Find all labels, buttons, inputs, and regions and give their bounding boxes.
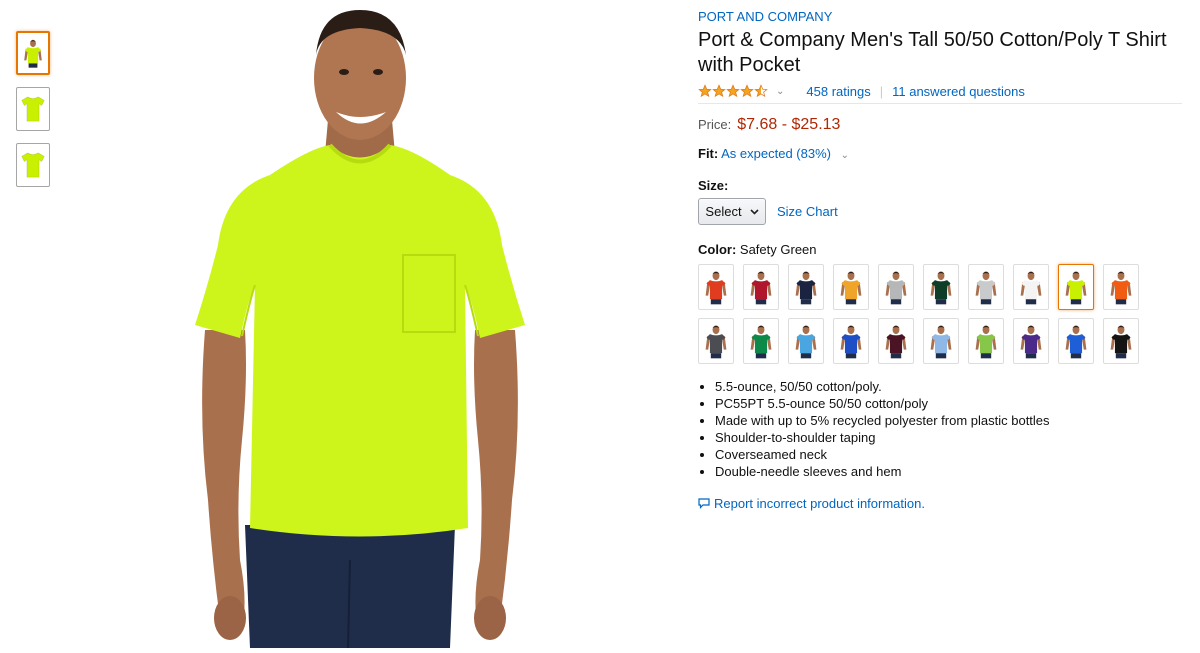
thumbnail-image [24,39,42,68]
swatch-image [975,271,997,305]
thumbnail-image [21,152,45,178]
feature-bullet: 5.5-ounce, 50/50 cotton/poly. [715,378,1184,395]
swatch-image [885,271,907,305]
thumbnail-image [21,96,45,122]
color-swatch[interactable] [833,318,869,364]
swatch-image [750,325,772,359]
fit-row: Fit: As expected (83%) ⌄ [698,146,1184,161]
answered-questions-link[interactable]: 11 answered questions [892,84,1025,99]
star-icon [740,84,754,98]
swatch-image [885,325,907,359]
fit-label: Fit: [698,146,719,161]
fit-value-link[interactable]: As expected (83%) [721,146,831,161]
color-swatches [698,264,1184,364]
star-icon [754,84,768,98]
brand-link[interactable]: PORT AND COMPANY [698,9,1184,24]
color-swatch[interactable] [878,264,914,310]
color-swatch[interactable] [968,264,1004,310]
size-chart-link[interactable]: Size Chart [777,204,838,219]
swatch-image [795,271,817,305]
thumbnail-2[interactable] [16,87,50,131]
feature-bullet: Shoulder-to-shoulder taping [715,429,1184,446]
rating-row: ⌄ 458 ratings | 11 answered questions [698,81,1184,101]
swatch-image [705,325,727,359]
report-link-text[interactable]: Report incorrect product information. [714,496,925,511]
swatch-image [705,271,727,305]
chevron-down-icon[interactable]: ⌄ [776,86,784,97]
thumbnail-3[interactable] [16,143,50,187]
swatch-image [750,271,772,305]
swatch-image [1110,325,1132,359]
color-row: Color: Safety Green [698,242,1184,257]
chevron-down-icon[interactable]: ⌄ [841,150,849,161]
price-value: $7.68 - $25.13 [737,116,841,133]
thumbnail-1[interactable] [16,31,50,75]
swatch-image [840,325,862,359]
main-product-image[interactable] [150,0,570,649]
product-title: Port & Company Men's Tall 50/50 Cotton/P… [698,29,1167,76]
color-swatch[interactable] [743,264,779,310]
feature-bullet: Double-needle sleeves and hem [715,463,1184,480]
color-swatch[interactable] [1058,318,1094,364]
feature-bullets: 5.5-ounce, 50/50 cotton/poly.PC55PT 5.5-… [698,378,1184,480]
report-link[interactable]: Report incorrect product information. [698,496,1184,511]
speech-bubble-icon [698,498,710,509]
star-rating[interactable] [698,84,768,98]
size-select-value: Select [705,204,742,219]
thumbnail-strip [16,31,54,199]
feature-bullet: PC55PT 5.5-ounce 50/50 cotton/poly [715,395,1184,412]
color-label: Color: [698,242,737,257]
color-swatch[interactable] [1058,264,1094,310]
price-label: Price: [698,117,732,132]
size-select[interactable]: Select [698,198,766,225]
price-row: Price: $7.68 - $25.13 [698,116,1184,134]
color-swatch[interactable] [698,264,734,310]
color-swatch[interactable] [1013,264,1049,310]
feature-bullet: Made with up to 5% recycled polyester fr… [715,412,1184,429]
color-swatch[interactable] [1013,318,1049,364]
color-swatch[interactable] [1103,264,1139,310]
color-swatch[interactable] [833,264,869,310]
size-row: Select Size Chart [698,198,1184,225]
size-label: Size: [698,178,729,193]
star-icon [698,84,712,98]
swatch-image [1020,325,1042,359]
color-swatch[interactable] [878,318,914,364]
color-swatch[interactable] [698,318,734,364]
swatch-image [1065,325,1087,359]
swatch-image [840,271,862,305]
swatch-image [930,271,952,305]
color-swatch[interactable] [923,318,959,364]
product-info: PORT AND COMPANY Port & Company Men's Ta… [698,9,1184,511]
feature-bullet: Coverseamed neck [715,446,1184,463]
swatch-image [795,325,817,359]
model-photo [195,10,525,649]
color-swatch[interactable] [968,318,1004,364]
swatch-image [1065,271,1087,305]
swatch-image [1020,271,1042,305]
color-swatch[interactable] [1103,318,1139,364]
color-swatch[interactable] [788,318,824,364]
color-value: Safety Green [739,242,817,257]
swatch-image [930,325,952,359]
swatch-image [975,325,997,359]
separator: | [879,83,884,99]
color-swatch[interactable] [743,318,779,364]
color-swatch[interactable] [788,264,824,310]
color-swatch[interactable] [923,264,959,310]
divider [698,103,1182,104]
swatch-image [1110,271,1132,305]
star-icon [726,84,740,98]
chevron-down-icon [749,208,759,215]
star-icon [712,84,726,98]
ratings-count-link[interactable]: 458 ratings [806,84,870,99]
